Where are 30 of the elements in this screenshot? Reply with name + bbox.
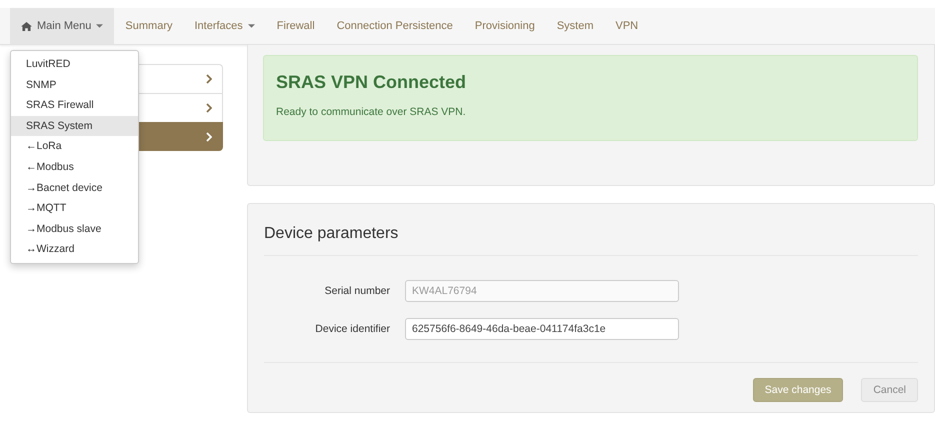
nav-item[interactable]: Interfaces bbox=[183, 8, 266, 44]
menu-item[interactable]: SNMP bbox=[11, 74, 138, 96]
menu-item[interactable]: LuvitRED bbox=[11, 54, 138, 75]
chevron-right-icon bbox=[206, 103, 212, 113]
menu-item[interactable]: ←Modbus bbox=[11, 156, 138, 178]
caret-icon bbox=[248, 24, 255, 28]
menu-item[interactable]: →Modbus slave bbox=[11, 218, 138, 240]
field-label: Device identifier bbox=[314, 323, 391, 335]
chevron-right-icon bbox=[206, 132, 212, 142]
menu-item[interactable]: ↔Wizzard bbox=[11, 239, 138, 260]
nav-item[interactable]: VPN bbox=[604, 8, 650, 44]
caret-icon bbox=[96, 24, 104, 28]
home-icon bbox=[21, 22, 32, 30]
field-label: Serial number bbox=[324, 285, 391, 297]
menu-item[interactable]: SRAS System bbox=[11, 116, 138, 136]
alert-title: SRAS VPN Connected bbox=[276, 72, 468, 93]
nav-item[interactable]: System bbox=[546, 8, 604, 44]
nav-item[interactable]: Main Menu bbox=[10, 8, 114, 44]
menu-item[interactable]: →MQTT bbox=[11, 198, 138, 219]
nav-item[interactable]: Summary bbox=[114, 8, 184, 44]
nav-item[interactable]: Connection Persistence bbox=[326, 8, 464, 44]
alert-message: Ready to communicate over SRAS VPN. bbox=[276, 106, 467, 118]
chevron-right-icon bbox=[206, 74, 212, 84]
nav-item[interactable]: Firewall bbox=[266, 8, 326, 44]
text-field[interactable]: 625756f6-8649-46da-beae-041174fa3c1e bbox=[405, 318, 679, 340]
menu-item[interactable]: →Bacnet device bbox=[11, 178, 138, 198]
panel-title: Device parameters bbox=[264, 225, 918, 256]
nav-item[interactable]: Provisioning bbox=[464, 8, 546, 44]
menu-item[interactable]: ←LoRa bbox=[11, 136, 138, 157]
menu-item[interactable]: SRAS Firewall bbox=[11, 95, 138, 116]
